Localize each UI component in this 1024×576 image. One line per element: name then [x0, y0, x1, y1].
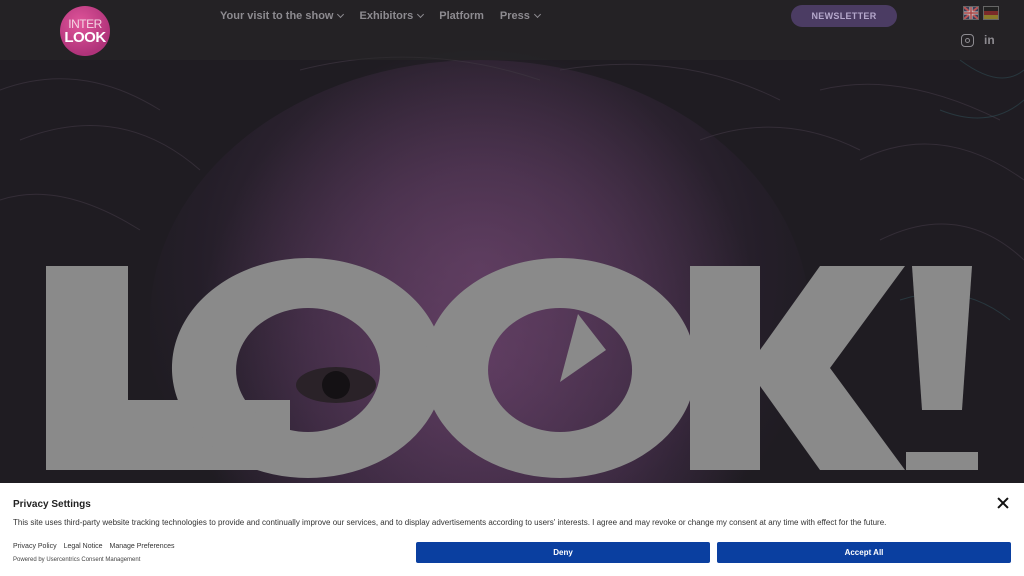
- nav-item-press[interactable]: Press: [499, 10, 541, 22]
- nav-item-label: Platform: [439, 10, 484, 22]
- legal-notice-link[interactable]: Legal Notice: [64, 543, 103, 550]
- close-icon[interactable]: [996, 496, 1010, 510]
- manage-preferences-link[interactable]: Manage Preferences: [110, 543, 175, 550]
- site-header: INTER LOOK Your visit to the show Exhibi…: [0, 0, 1024, 60]
- nav-item-label: Exhibitors: [359, 10, 414, 22]
- cookie-banner-links: Privacy Policy Legal Notice Manage Prefe…: [13, 543, 174, 550]
- logo-line2: LOOK: [64, 28, 106, 46]
- instagram-icon[interactable]: [961, 34, 974, 47]
- nav-item-exhibitors[interactable]: Exhibitors: [359, 10, 425, 22]
- cookie-banner-text: This site uses third-party website track…: [13, 518, 887, 527]
- privacy-policy-link[interactable]: Privacy Policy: [13, 543, 57, 550]
- main-nav: Your visit to the show Exhibitors Platfo…: [220, 10, 541, 22]
- powered-by-text: Powered by Usercentrics Consent Manageme…: [13, 557, 141, 563]
- accept-all-button[interactable]: Accept All: [717, 542, 1011, 563]
- nav-item-label: Press: [499, 10, 530, 22]
- deny-button[interactable]: Deny: [416, 542, 710, 563]
- cookie-banner-title: Privacy Settings: [13, 499, 91, 510]
- linkedin-icon[interactable]: in: [984, 33, 995, 47]
- cookie-banner: Privacy Settings This site uses third-pa…: [0, 483, 1024, 576]
- en-flag-icon[interactable]: [963, 6, 979, 20]
- chevron-down-icon: [417, 10, 425, 19]
- nav-item-label: Your visit to the show: [220, 10, 334, 22]
- chevron-down-icon: [337, 10, 345, 19]
- nav-item-your-visit[interactable]: Your visit to the show: [220, 10, 345, 22]
- interlook-logo[interactable]: INTER LOOK: [60, 6, 110, 56]
- chevron-down-icon: [533, 10, 541, 19]
- de-flag-icon[interactable]: [983, 6, 999, 20]
- logo-line1: INTER: [68, 16, 102, 31]
- nav-item-platform[interactable]: Platform: [439, 10, 484, 22]
- newsletter-button[interactable]: NEWSLETTER: [791, 5, 897, 27]
